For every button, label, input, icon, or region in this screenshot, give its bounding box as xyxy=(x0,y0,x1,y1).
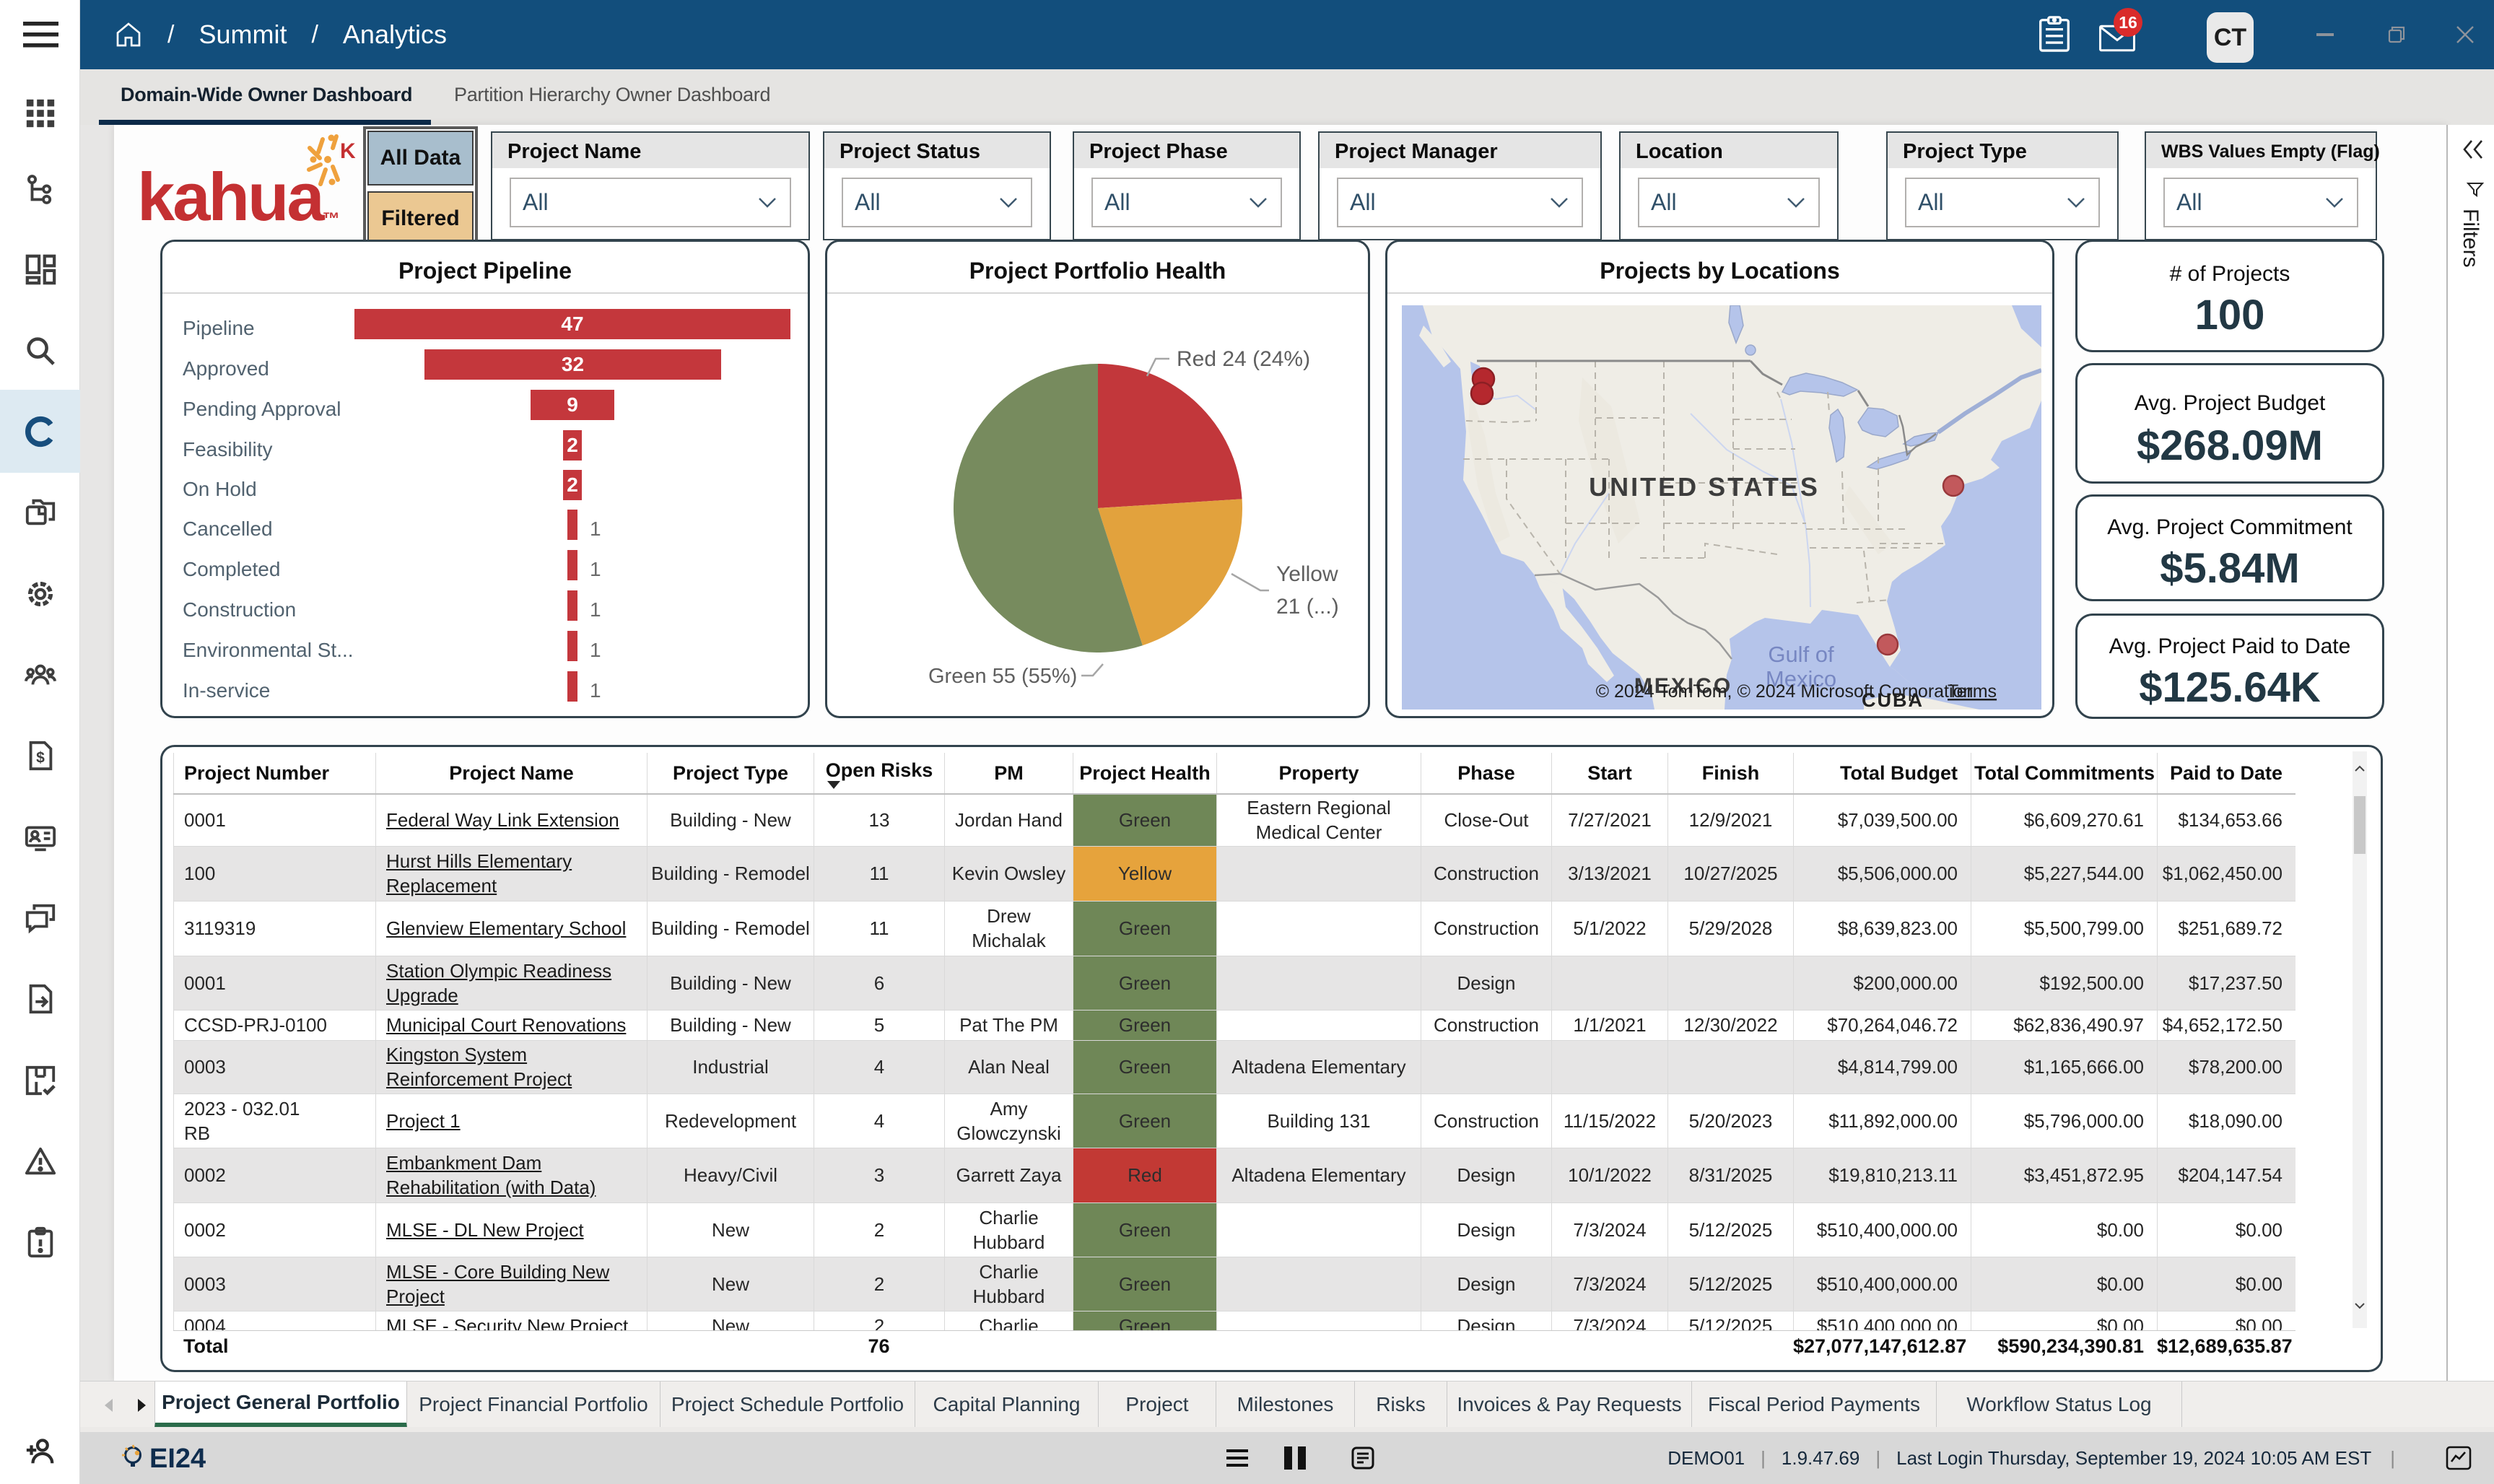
svg-text:UNITED STATES: UNITED STATES xyxy=(1589,472,1820,502)
svg-text:Gulf of: Gulf of xyxy=(1768,642,1834,667)
svg-text:Red 24 (24%): Red 24 (24%) xyxy=(1177,347,1310,371)
svg-text:© 2024 TomTom, © 2024 Microsof: © 2024 TomTom, © 2024 Microsoft Corporat… xyxy=(1596,681,1974,702)
svg-text:K: K xyxy=(340,139,356,163)
svg-text:$: $ xyxy=(36,750,45,767)
svg-text:Green 55 (55%): Green 55 (55%) xyxy=(928,665,1077,688)
svg-text:21 (...): 21 (...) xyxy=(1276,595,1339,619)
svg-text:Yellow: Yellow xyxy=(1276,562,1338,586)
svg-text:Terms: Terms xyxy=(1948,681,1997,702)
